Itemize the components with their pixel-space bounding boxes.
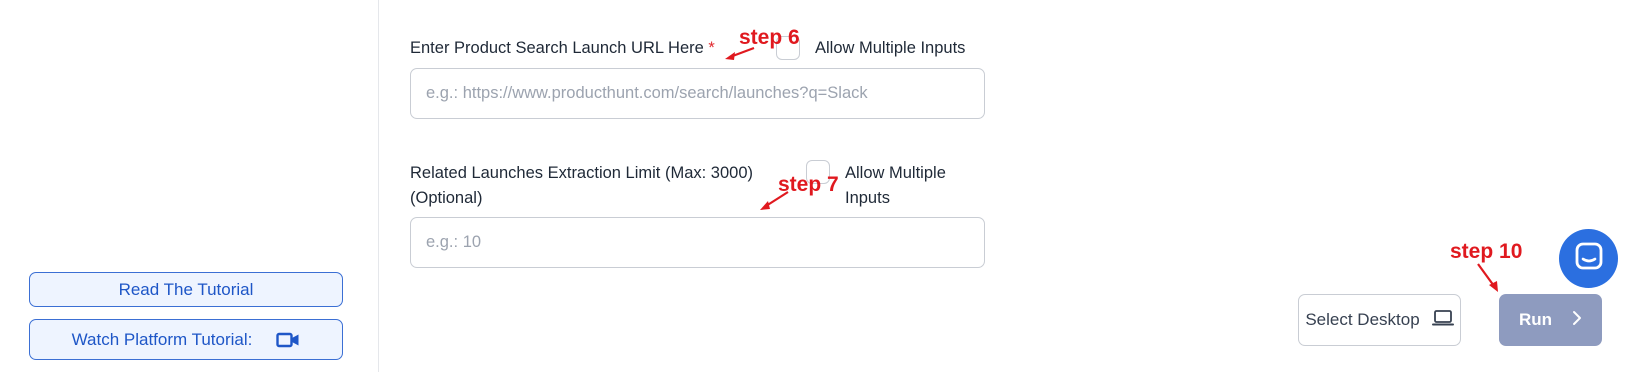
read-tutorial-label: Read The Tutorial: [118, 279, 254, 299]
url-field-label-group: Enter Product Search Launch URL Here *: [410, 36, 715, 61]
step10-annotation: step 10: [1450, 240, 1523, 263]
url-field-label: Enter Product Search Launch URL Here: [410, 39, 704, 57]
watch-tutorial-label: Watch Platform Tutorial:: [71, 329, 253, 349]
limit-field-optional: (Optional): [410, 189, 483, 207]
url-allow-multiple-label: Allow Multiple Inputs: [815, 39, 966, 57]
step6-arrow: [725, 46, 755, 60]
limit-allow-multiple-line1: Allow Multiple: [845, 164, 946, 182]
sidebar: Read The Tutorial Watch Platform Tutoria…: [0, 0, 379, 372]
chevron-right-icon: [1572, 310, 1582, 331]
select-desktop-label: Select Desktop: [1305, 310, 1420, 329]
read-tutorial-button[interactable]: Read The Tutorial: [29, 272, 343, 307]
step10-arrow: [1477, 263, 1498, 292]
product-search-url-input[interactable]: [410, 68, 985, 119]
step7-arrow: [760, 191, 789, 210]
extraction-limit-input[interactable]: [410, 217, 985, 268]
run-button[interactable]: Run: [1499, 294, 1602, 346]
chat-launcher-button[interactable]: [1559, 229, 1618, 288]
limit-field-label: Related Launches Extraction Limit (Max: …: [410, 164, 754, 182]
select-desktop-button[interactable]: Select Desktop: [1298, 294, 1461, 346]
chat-icon: [1574, 241, 1604, 276]
watch-tutorial-button[interactable]: Watch Platform Tutorial:: [29, 319, 343, 360]
laptop-icon: [1431, 309, 1454, 332]
limit-field-label-group: Related Launches Extraction Limit (Max: …: [410, 161, 753, 211]
limit-allow-multiple-label-group: Allow Multiple Inputs: [845, 161, 946, 211]
video-camera-icon: [276, 332, 300, 348]
required-mark: *: [708, 39, 715, 57]
limit-allow-multiple-line2: Inputs: [845, 189, 890, 207]
run-label: Run: [1518, 310, 1553, 329]
